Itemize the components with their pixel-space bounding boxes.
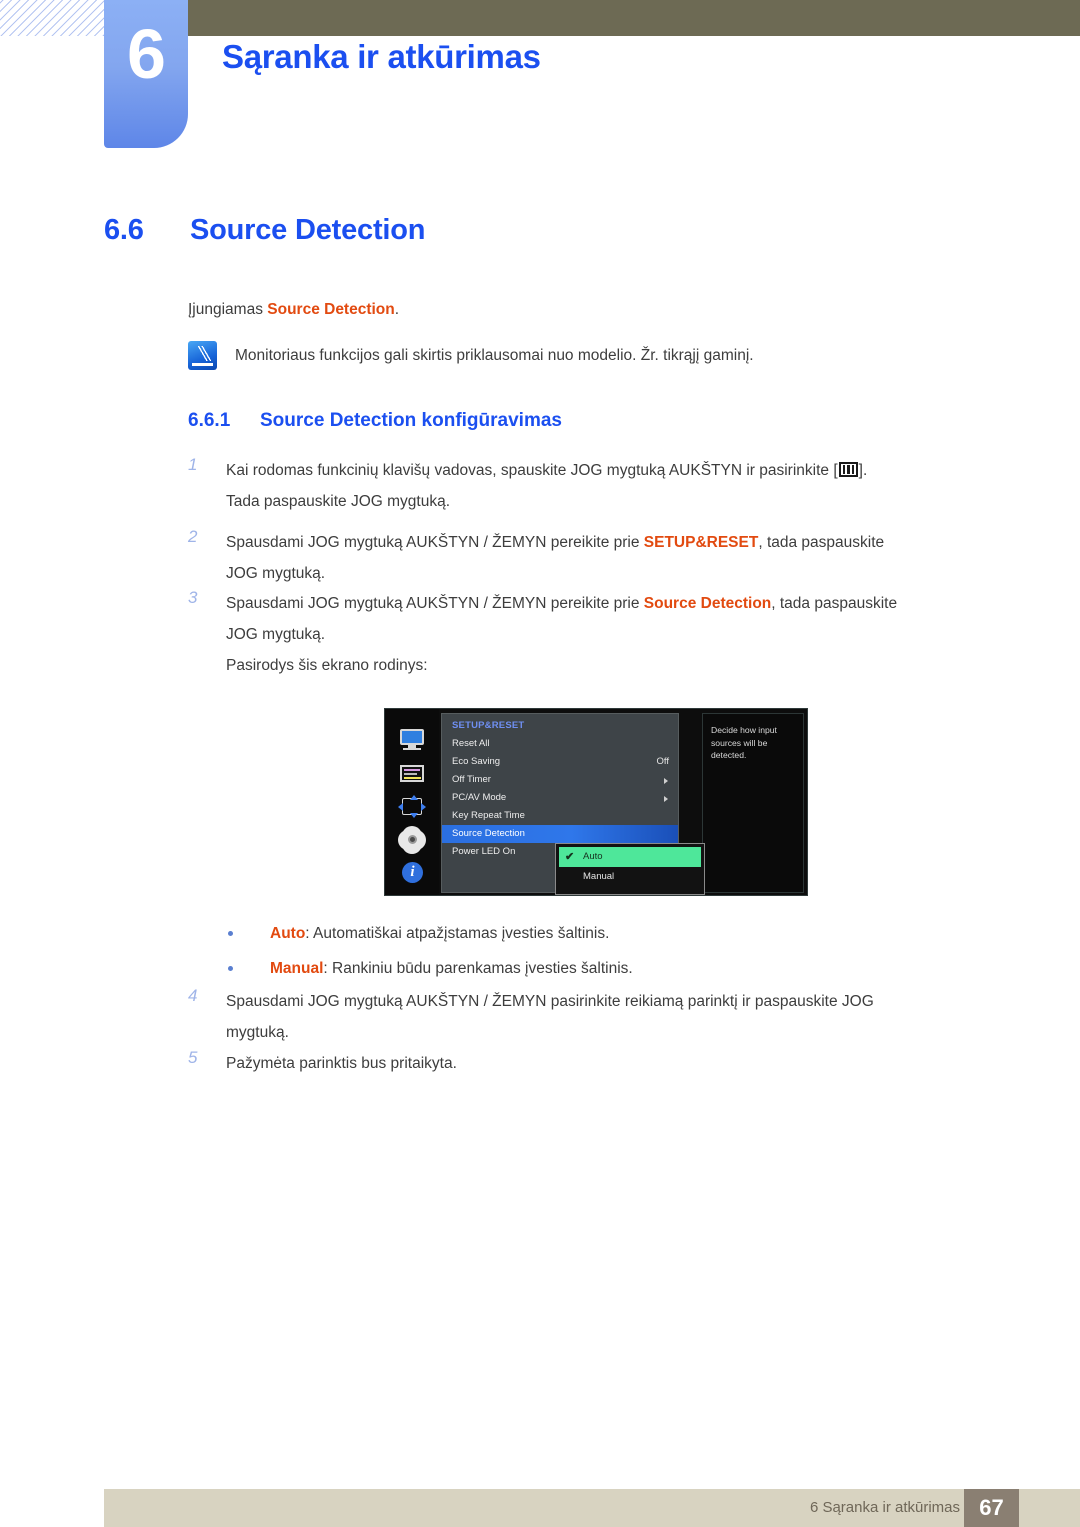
step-4-line2: mygtuką. [226, 1024, 289, 1041]
bullet-dot [228, 931, 233, 936]
osd-item-eco-saving[interactable]: Eco Saving Off [442, 753, 678, 771]
screen-adjust-icon[interactable] [397, 794, 427, 820]
step-2: 2 Spausdami JOG mygtuką AUKŠTYN / ŽEMYN … [188, 527, 1018, 589]
osd-submenu-source-detection: ✔ Auto Manual [555, 843, 705, 895]
info-icon[interactable]: i [397, 861, 427, 887]
note-pen-icon [188, 341, 217, 370]
note-text: Monitoriaus funkcijos gali skirtis prikl… [235, 347, 754, 364]
osd-item-label: Off Timer [452, 774, 491, 785]
step-1-text-b: ]. [858, 462, 868, 479]
bullet-dot [228, 966, 233, 971]
osd-item-reset-all[interactable]: Reset All [442, 735, 678, 753]
step-5-number: 5 [188, 1048, 198, 1067]
osd-submenu-label: Manual [583, 871, 615, 882]
osd-item-off-timer[interactable]: Off Timer [442, 771, 678, 789]
bullet-auto-term: Auto [270, 925, 306, 942]
step-2-line2: JOG mygtuką. [226, 565, 326, 582]
footer-page-number: 67 [964, 1489, 1019, 1527]
osd-item-label: Eco Saving [452, 756, 501, 767]
osd-submenu-option-manual[interactable]: Manual [559, 867, 701, 887]
monitor-icon[interactable] [397, 727, 427, 753]
intro-highlight: Source Detection [267, 301, 395, 318]
osd-item-value: Off [656, 756, 670, 767]
step-3-text-b: , tada paspauskite [771, 595, 898, 612]
step-2-text-b: , tada paspauskite [758, 534, 885, 551]
checkmark-icon: ✔ [565, 851, 575, 863]
step-3-line3: Pasirodys šis ekrano rodinys: [226, 657, 428, 674]
header-olive-bar [188, 0, 1080, 36]
intro-suffix: . [394, 301, 400, 318]
step-5-line1: Pažymėta parinktis bus pritaikyta. [226, 1055, 457, 1072]
step-1-text-a: Kai rodomas funkcinių klavišų vadovas, s… [226, 462, 838, 479]
bullet-manual-term: Manual [270, 960, 324, 977]
chevron-right-icon [664, 795, 668, 802]
step-4: 4 Spausdami JOG mygtuką AUKŠTYN / ŽEMYN … [188, 986, 1018, 1048]
subsection-heading: 6.6.1 Source Detection konfigūravimas [188, 410, 562, 432]
note-row: Monitoriaus funkcijos gali skirtis prikl… [188, 341, 754, 370]
step-1-body: Kai rodomas funkcinių klavišų vadovas, s… [226, 455, 1016, 517]
step-2-text-a: Spausdami JOG mygtuką AUKŠTYN / ŽEMYN pe… [226, 534, 644, 551]
step-4-body: Spausdami JOG mygtuką AUKŠTYN / ŽEMYN pa… [226, 986, 1016, 1048]
chevron-right-icon [664, 777, 668, 784]
osd-item-key-repeat-time[interactable]: Key Repeat Time [442, 807, 678, 825]
section-heading: 6.6 Source Detection [104, 214, 426, 247]
step-2-highlight: SETUP&RESET [643, 534, 759, 551]
note-pen-strokes [194, 346, 211, 361]
osd-category-label: SETUP&RESET [452, 720, 525, 731]
step-2-body: Spausdami JOG mygtuką AUKŠTYN / ŽEMYN pe… [226, 527, 1016, 589]
bullet-manual-desc: : Rankiniu būdu parenkamas įvesties šalt… [323, 960, 633, 977]
step-1-number: 1 [188, 455, 198, 474]
bullet-manual-text: Manual: Rankiniu būdu parenkamas įvestie… [270, 955, 928, 983]
osd-item-label: Power LED On [452, 846, 516, 857]
osd-item-label: Key Repeat Time [452, 810, 525, 821]
step-3-body: Spausdami JOG mygtuką AUKŠTYN / ŽEMYN pe… [226, 588, 1016, 681]
menu-bars-icon [838, 462, 858, 477]
section-title: Source Detection [190, 214, 426, 246]
osd-submenu-option-auto[interactable]: ✔ Auto [559, 847, 701, 867]
osd-submenu-label: Auto [583, 851, 603, 862]
decorative-hatch-pattern [0, 0, 112, 36]
picture-bars-icon[interactable] [397, 761, 427, 787]
step-2-number: 2 [188, 527, 198, 546]
osd-help-text: Decide how input sources will be detecte… [702, 713, 804, 893]
osd-item-label: PC/AV Mode [452, 792, 507, 803]
gear-icon[interactable] [397, 828, 427, 854]
osd-item-label: Reset All [452, 738, 490, 749]
step-1-line2: Tada paspauskite JOG mygtuką. [226, 493, 451, 510]
bullet-manual: Manual: Rankiniu būdu parenkamas įvestie… [228, 955, 928, 983]
osd-icon-sidebar: i [385, 709, 439, 895]
step-4-number: 4 [188, 986, 198, 1005]
step-3-line2: JOG mygtuką. [226, 626, 326, 643]
step-1: 1 Kai rodomas funkcinių klavišų vadovas,… [188, 455, 1018, 517]
osd-item-source-detection[interactable]: Source Detection [442, 825, 678, 843]
intro-prefix: Įjungiamas [188, 301, 268, 318]
bullet-auto-text: Auto: Automatiškai atpažįstamas įvesties… [270, 920, 928, 948]
step-4-line1: Spausdami JOG mygtuką AUKŠTYN / ŽEMYN pa… [226, 993, 874, 1010]
note-pen-base [192, 363, 213, 366]
subsection-number: 6.6.1 [188, 410, 231, 431]
chapter-title: Sąranka ir atkūrimas [222, 38, 541, 75]
osd-screenshot: i SETUP&RESET Reset All Eco Saving Off O… [384, 708, 808, 896]
chapter-number: 6 [127, 15, 166, 93]
step-3-number: 3 [188, 588, 198, 607]
intro-paragraph: Įjungiamas Source Detection. [188, 296, 399, 323]
footer-chapter-label: 6 Sąranka ir atkūrimas [809, 1499, 960, 1516]
step-3-highlight: Source Detection [643, 595, 772, 612]
osd-item-pc-av-mode[interactable]: PC/AV Mode [442, 789, 678, 807]
step-3: 3 Spausdami JOG mygtuką AUKŠTYN / ŽEMYN … [188, 588, 1018, 681]
section-number: 6.6 [104, 214, 144, 246]
step-3-text-a: Spausdami JOG mygtuką AUKŠTYN / ŽEMYN pe… [226, 595, 644, 612]
step-5-body: Pažymėta parinktis bus pritaikyta. [226, 1048, 1016, 1079]
subsection-title: Source Detection konfigūravimas [260, 410, 562, 431]
bullet-auto: Auto: Automatiškai atpažįstamas įvesties… [228, 920, 928, 948]
osd-item-label: Source Detection [452, 828, 525, 839]
step-5: 5 Pažymėta parinktis bus pritaikyta. [188, 1048, 1018, 1079]
bullet-auto-desc: : Automatiškai atpažįstamas įvesties šal… [305, 925, 610, 942]
